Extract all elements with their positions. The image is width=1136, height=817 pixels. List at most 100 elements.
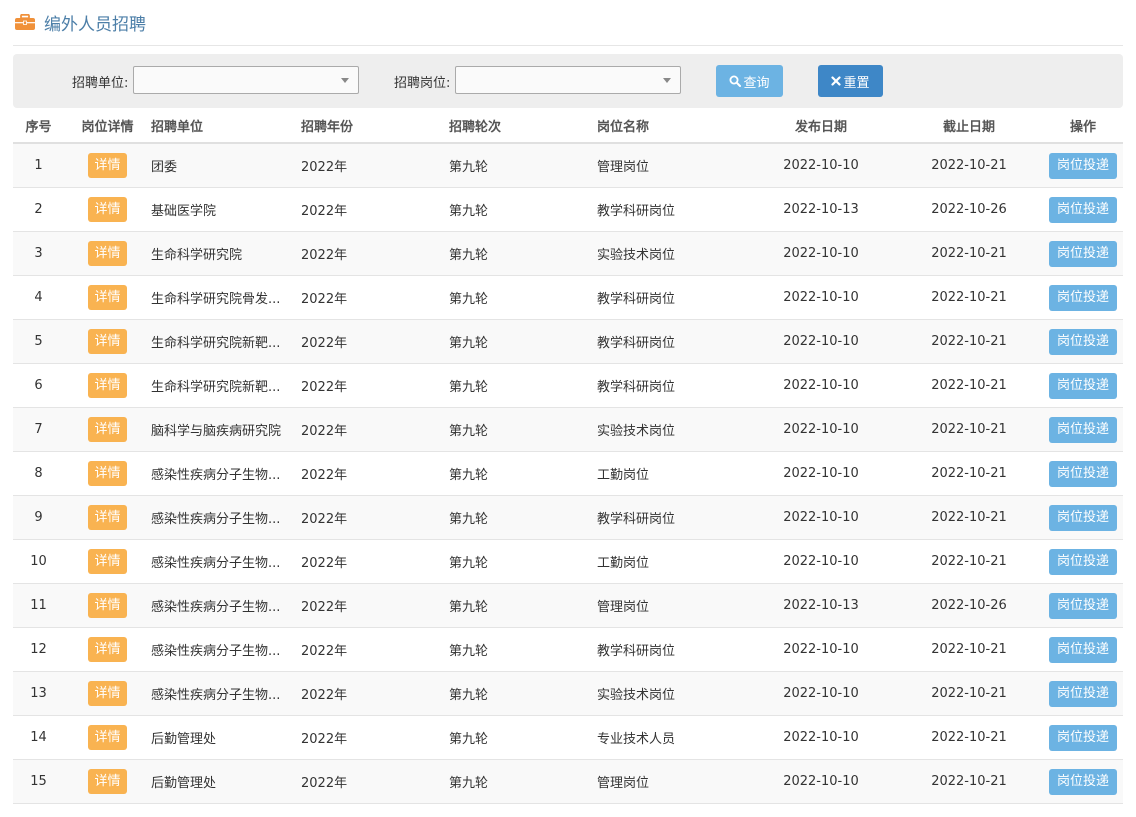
- year-cell: 2022年: [301, 451, 449, 496]
- unit-cell: 感染性疾病分子生物...: [151, 671, 301, 716]
- year-cell: 2022年: [301, 275, 449, 320]
- apply-button[interactable]: 岗位投递: [1048, 592, 1117, 619]
- action-cell: 岗位投递: [1043, 407, 1123, 452]
- detail-cell: 详情: [64, 671, 151, 716]
- deadline-cell: 2022-10-26: [895, 583, 1043, 628]
- apply-button[interactable]: 岗位投递: [1048, 680, 1117, 707]
- position-cell: 管理岗位: [597, 143, 747, 188]
- detail-button[interactable]: 详情: [88, 373, 127, 398]
- search-button[interactable]: 查询: [716, 65, 783, 97]
- detail-cell: 详情: [64, 143, 151, 188]
- year-cell: 2022年: [301, 671, 449, 716]
- apply-button[interactable]: 岗位投递: [1048, 460, 1117, 487]
- unit-cell: 感染性疾病分子生物...: [151, 539, 301, 584]
- table-row: 7 详情 脑科学与脑疾病研究院 2022年 第九轮 实验技术岗位 2022-10-10 202…: [13, 407, 1123, 452]
- unit-cell: 感染性疾病分子生物...: [151, 451, 301, 496]
- apply-button[interactable]: 岗位投递: [1048, 504, 1117, 531]
- detail-button[interactable]: 详情: [88, 725, 127, 750]
- action-cell: 岗位投递: [1043, 187, 1123, 232]
- unit-cell: 脑科学与脑疾病研究院: [151, 407, 301, 452]
- apply-button[interactable]: 岗位投递: [1048, 152, 1117, 179]
- position-cell: 工勤岗位: [597, 451, 747, 496]
- position-cell: 工勤岗位: [597, 539, 747, 584]
- apply-button[interactable]: 岗位投递: [1048, 240, 1117, 267]
- chevron-down-icon: [341, 78, 349, 83]
- deadline-cell: 2022-10-21: [895, 319, 1043, 364]
- detail-cell: 详情: [64, 715, 151, 760]
- detail-button[interactable]: 详情: [88, 505, 127, 530]
- deadline-cell: 2022-10-21: [895, 671, 1043, 716]
- table-row: 4 详情 生命科学研究院骨发... 2022年 第九轮 教学科研岗位 2022-10-10 2…: [13, 275, 1123, 320]
- position-select[interactable]: [455, 66, 681, 94]
- unit-cell: 生命科学研究院骨发...: [151, 275, 301, 320]
- round-cell: 第九轮: [449, 759, 597, 804]
- publish-date-cell: 2022-10-10: [747, 275, 895, 320]
- detail-button[interactable]: 详情: [88, 285, 127, 310]
- position-cell: 实验技术岗位: [597, 231, 747, 276]
- table-row: 10 详情 感染性疾病分子生物... 2022年 第九轮 工勤岗位 2022-10-10 20…: [13, 539, 1123, 584]
- table-row: 12 详情 感染性疾病分子生物... 2022年 第九轮 教学科研岗位 2022-10-10…: [13, 627, 1123, 672]
- reset-button-label: 重置: [843, 75, 870, 91]
- apply-button[interactable]: 岗位投递: [1048, 284, 1117, 311]
- detail-button[interactable]: 详情: [88, 241, 127, 266]
- apply-button[interactable]: 岗位投递: [1048, 548, 1117, 575]
- year-cell: 2022年: [301, 143, 449, 188]
- detail-button[interactable]: 详情: [88, 593, 127, 618]
- row-number: 3: [13, 231, 64, 276]
- detail-button[interactable]: 详情: [88, 637, 127, 662]
- row-number: 2: [13, 187, 64, 232]
- detail-button[interactable]: 详情: [88, 197, 127, 222]
- action-cell: 岗位投递: [1043, 363, 1123, 408]
- apply-button[interactable]: 岗位投递: [1048, 724, 1117, 751]
- apply-button[interactable]: 岗位投递: [1048, 768, 1117, 795]
- detail-button[interactable]: 详情: [88, 769, 127, 794]
- close-icon: [831, 76, 842, 86]
- header-detail: 岗位详情: [64, 108, 151, 144]
- reset-button[interactable]: 重置: [818, 65, 883, 97]
- position-cell: 教学科研岗位: [597, 495, 747, 540]
- table-row: 5 详情 生命科学研究院新靶... 2022年 第九轮 教学科研岗位 2022-10-10 2…: [13, 319, 1123, 364]
- unit-select[interactable]: [133, 66, 359, 94]
- round-cell: 第九轮: [449, 627, 597, 672]
- apply-button[interactable]: 岗位投递: [1048, 328, 1117, 355]
- detail-button[interactable]: 详情: [88, 417, 127, 442]
- round-cell: 第九轮: [449, 275, 597, 320]
- position-cell: 教学科研岗位: [597, 275, 747, 320]
- publish-date-cell: 2022-10-10: [747, 759, 895, 804]
- publish-date-cell: 2022-10-10: [747, 627, 895, 672]
- recruitment-table: 序号 岗位详情 招聘单位 招聘年份 招聘轮次 岗位名称 发布日期 截止日期 操作…: [13, 108, 1123, 804]
- page-title: 编外人员招聘: [44, 15, 146, 35]
- unit-cell: 感染性疾病分子生物...: [151, 495, 301, 540]
- detail-button[interactable]: 详情: [88, 153, 127, 178]
- detail-button[interactable]: 详情: [88, 461, 127, 486]
- year-cell: 2022年: [301, 759, 449, 804]
- header-action: 操作: [1043, 108, 1123, 144]
- position-cell: 教学科研岗位: [597, 363, 747, 408]
- detail-button[interactable]: 详情: [88, 549, 127, 574]
- position-cell: 专业技术人员: [597, 715, 747, 760]
- publish-date-cell: 2022-10-10: [747, 231, 895, 276]
- apply-button[interactable]: 岗位投递: [1048, 636, 1117, 663]
- detail-button[interactable]: 详情: [88, 329, 127, 354]
- apply-button[interactable]: 岗位投递: [1048, 416, 1117, 443]
- detail-button[interactable]: 详情: [88, 681, 127, 706]
- detail-cell: 详情: [64, 275, 151, 320]
- publish-date-cell: 2022-10-10: [747, 451, 895, 496]
- search-icon: [729, 75, 742, 87]
- publish-date-cell: 2022-10-13: [747, 187, 895, 232]
- deadline-cell: 2022-10-21: [895, 363, 1043, 408]
- year-cell: 2022年: [301, 495, 449, 540]
- apply-button[interactable]: 岗位投递: [1048, 196, 1117, 223]
- detail-cell: 详情: [64, 451, 151, 496]
- unit-cell: 生命科学研究院新靶...: [151, 319, 301, 364]
- detail-cell: 详情: [64, 407, 151, 452]
- deadline-cell: 2022-10-21: [895, 231, 1043, 276]
- header-position: 岗位名称: [597, 108, 747, 144]
- apply-button[interactable]: 岗位投递: [1048, 372, 1117, 399]
- year-cell: 2022年: [301, 231, 449, 276]
- detail-cell: 详情: [64, 187, 151, 232]
- action-cell: 岗位投递: [1043, 275, 1123, 320]
- row-number: 14: [13, 715, 64, 760]
- unit-cell: 基础医学院: [151, 187, 301, 232]
- action-cell: 岗位投递: [1043, 231, 1123, 276]
